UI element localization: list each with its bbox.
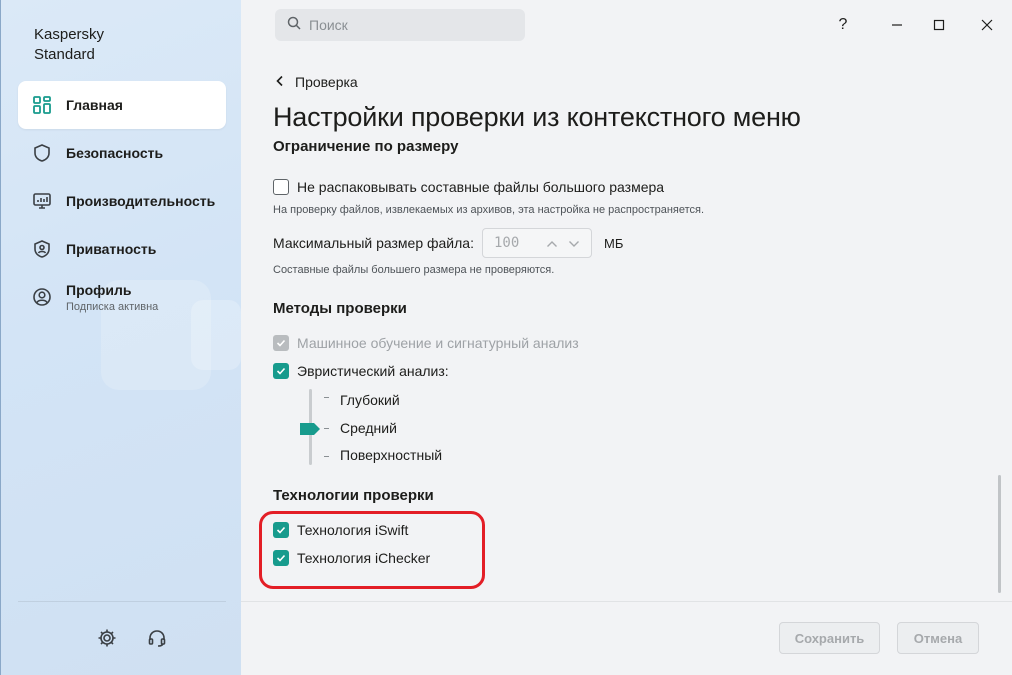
checkbox-box	[273, 363, 289, 379]
sidebar-item-label: Приватность	[66, 241, 157, 257]
level-deep[interactable]: Глубокий	[340, 392, 400, 408]
subscription-status: Подписка активна	[66, 300, 159, 313]
monitor-icon	[32, 191, 52, 211]
heuristic-checkbox[interactable]: Эвристический анализ:	[273, 363, 449, 379]
hint-text: На проверку файлов, извлекаемых из архив…	[273, 204, 705, 216]
iswift-checkbox[interactable]: Технология iSwift	[273, 522, 408, 538]
unit-label: МБ	[603, 235, 624, 251]
sidebar-item-performance[interactable]: Производительность	[18, 177, 226, 225]
section-heading-size-limit: Ограничение по размеру	[273, 141, 459, 155]
section-heading-methods: Методы проверки	[273, 300, 407, 317]
shield-icon	[32, 143, 52, 163]
sidebar-item-privacy[interactable]: Приватность	[18, 225, 226, 273]
user-icon	[32, 287, 52, 307]
checkbox-box	[273, 179, 289, 195]
slider-handle[interactable]	[300, 422, 320, 435]
sidebar-item-label: Производительность	[66, 193, 216, 209]
checkbox-label: Машинное обучение и сигнатурный анализ	[297, 335, 579, 351]
sidebar-item-security[interactable]: Безопасность	[18, 129, 226, 177]
headset-icon[interactable]	[146, 627, 168, 649]
section-heading-technologies: Технологии проверки	[273, 487, 434, 504]
main-panel: Поиск ? Проверка Настройки проверки из к…	[241, 0, 1012, 675]
settings-scroll-area[interactable]: Ограничение по размеру Не распаковывать …	[241, 141, 1012, 601]
scrollbar[interactable]	[998, 475, 1001, 593]
sidebar-item-label: Главная	[66, 97, 123, 113]
close-button[interactable]	[976, 14, 998, 36]
checkbox-label: Технология iSwift	[297, 522, 409, 538]
max-file-size-stepper[interactable]: 100	[481, 228, 592, 258]
level-medium[interactable]: Средний	[340, 420, 397, 436]
checkbox-box	[273, 522, 289, 538]
checkbox-label: Технология iChecker	[297, 550, 431, 566]
sidebar: Kaspersky Standard Главная Безопасность …	[0, 0, 241, 675]
chevron-up-icon[interactable]	[546, 235, 558, 251]
help-button[interactable]: ?	[832, 14, 854, 36]
level-shallow[interactable]: Поверхностный	[340, 447, 442, 463]
divider	[18, 601, 226, 602]
back-label: Проверка	[295, 74, 358, 90]
checkbox-box	[273, 335, 289, 351]
chevron-down-icon[interactable]	[568, 235, 580, 251]
max-file-size-row: Максимальный размер файла: 100 МБ	[273, 228, 623, 258]
gear-icon[interactable]	[96, 627, 118, 649]
search-placeholder: Поиск	[309, 17, 348, 33]
chevron-left-icon	[275, 74, 285, 90]
maximize-button[interactable]	[928, 14, 950, 36]
stepper-value: 100	[493, 235, 520, 251]
privacy-shield-icon	[32, 239, 52, 259]
grid-icon	[32, 95, 52, 115]
ml-signature-checkbox: Машинное обучение и сигнатурный анализ	[273, 335, 579, 351]
sidebar-item-label: Безопасность	[66, 145, 164, 161]
ichecker-checkbox[interactable]: Технология iChecker	[273, 550, 430, 566]
page-title: Настройки проверки из контекстного меню	[273, 102, 801, 132]
checkbox-label: Не распаковывать составные файлы большог…	[297, 179, 665, 195]
minimize-button[interactable]	[886, 14, 908, 36]
sidebar-item-profile[interactable]: Профиль Подписка активна	[18, 273, 226, 321]
slider-tick	[324, 456, 329, 457]
sidebar-item-label: Профиль	[66, 281, 132, 298]
field-label: Максимальный размер файла:	[273, 235, 474, 251]
app-title: Kaspersky Standard	[34, 26, 105, 63]
search-icon	[287, 16, 301, 35]
unpack-large-files-checkbox[interactable]: Не распаковывать составные файлы большог…	[273, 179, 664, 195]
slider-tick	[324, 428, 329, 429]
cancel-button[interactable]: Отмена	[897, 622, 979, 654]
divider	[241, 601, 1012, 602]
checkbox-box	[273, 550, 289, 566]
search-input[interactable]: Поиск	[275, 9, 525, 41]
hint-text: Составные файлы большего размера не пров…	[273, 264, 555, 276]
back-link[interactable]: Проверка	[275, 74, 358, 90]
slider-tick	[324, 397, 329, 398]
sidebar-item-home[interactable]: Главная	[18, 81, 226, 129]
save-button[interactable]: Сохранить	[779, 622, 880, 654]
checkbox-label: Эвристический анализ:	[297, 363, 449, 379]
